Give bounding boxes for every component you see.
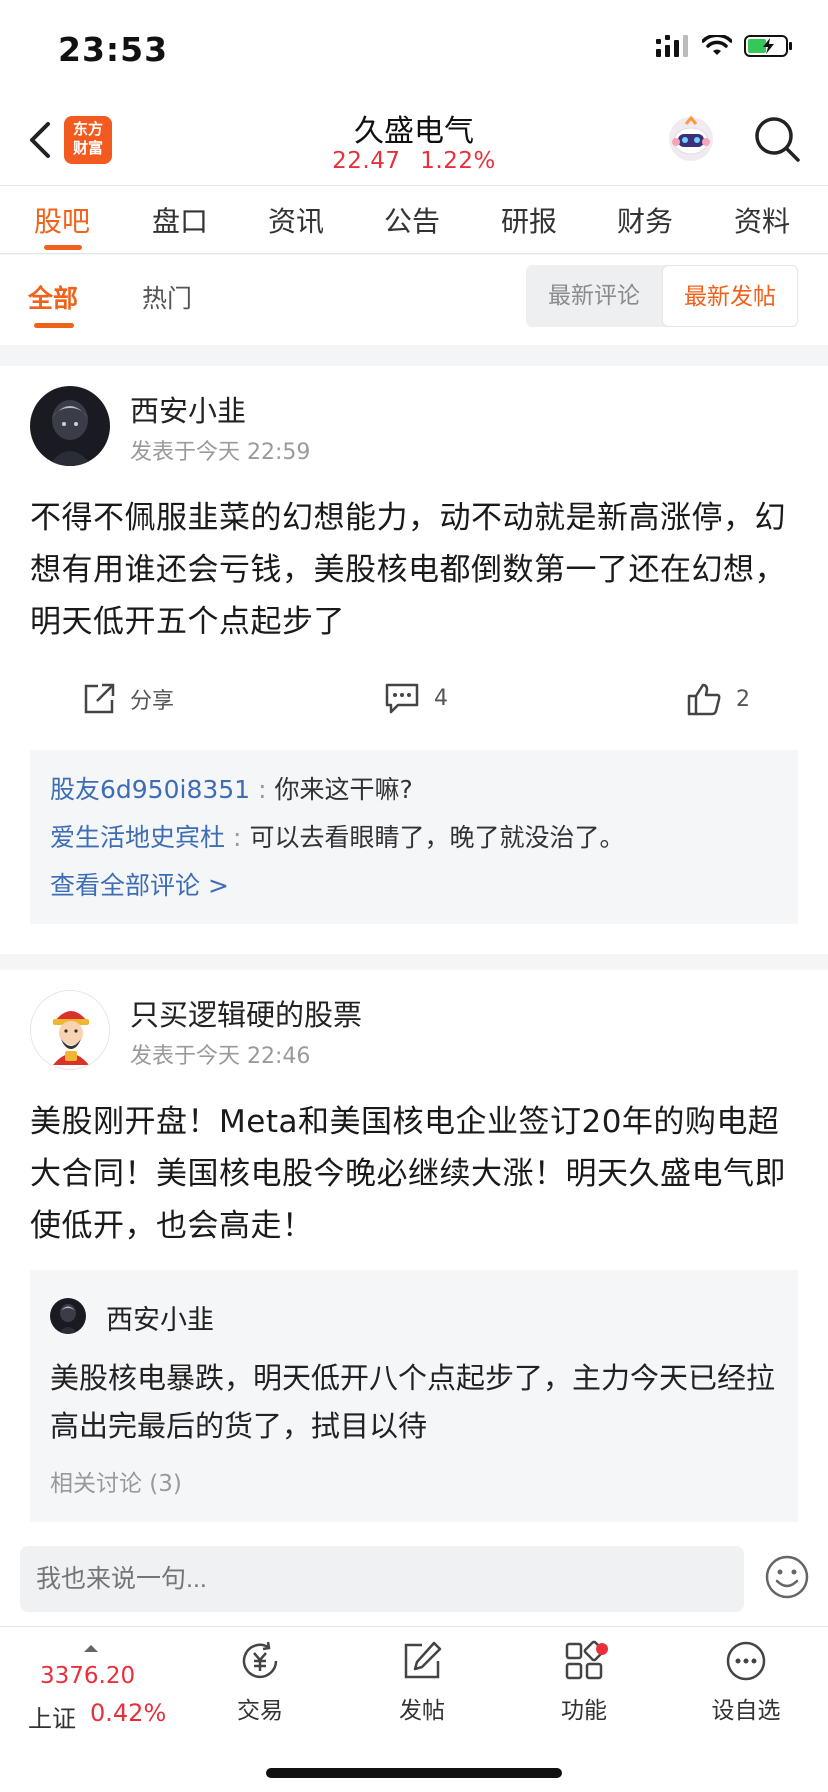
stock-price: 22.47 bbox=[332, 148, 401, 174]
stock-change: 1.22% bbox=[420, 148, 496, 174]
thumbs-up-icon bbox=[687, 683, 721, 716]
tab-announcements[interactable]: 公告 bbox=[384, 200, 440, 240]
comment-text: 你来这干嘛? bbox=[274, 775, 413, 804]
post-content[interactable]: 美股刚开盘！Meta和美国核电企业签订20年的购电超大合同！美国核电股今晚必继续… bbox=[30, 1096, 798, 1252]
tab-research[interactable]: 研报 bbox=[501, 200, 557, 240]
stock-header: 东方 财富 久盛电气 22.47 1.22% bbox=[0, 100, 828, 186]
post-card[interactable]: 西安小韭 发表于今天 22:59 不得不佩服韭菜的幻想能力，动不动就是新高涨停，… bbox=[0, 366, 828, 954]
comment-item[interactable]: 爱生活地史宾杜: 可以去看眼睛了，晚了就没治了。 bbox=[50, 814, 778, 862]
subtab-all[interactable]: 全部 bbox=[28, 279, 78, 315]
comment-separator: : bbox=[258, 775, 267, 804]
active-tab-indicator bbox=[44, 245, 82, 250]
quoted-text: 美股核电暴跌，明天低开八个点起步了，主力今天已经拉高出完最后的货了，拭目以待 bbox=[50, 1361, 776, 1443]
tab-guba[interactable]: 股吧 bbox=[34, 200, 90, 240]
nav-add-watchlist-label: 设自选 bbox=[711, 1698, 781, 1724]
edit-post-icon bbox=[404, 1641, 442, 1679]
tab-pankou[interactable]: 盘口 bbox=[152, 200, 208, 240]
subtab-hot[interactable]: 热门 bbox=[142, 279, 192, 315]
sort-latest-reply-button[interactable]: 最新评论 bbox=[526, 265, 662, 327]
search-button[interactable] bbox=[752, 114, 802, 164]
comment-separator: : bbox=[233, 823, 242, 852]
index-value: 3376.20 bbox=[40, 1663, 136, 1689]
related-discussion-link[interactable]: 相关讨论 (3) bbox=[50, 1464, 778, 1498]
tab-news[interactable]: 资讯 bbox=[268, 200, 324, 240]
more-dots-icon bbox=[726, 1641, 766, 1681]
avatar[interactable] bbox=[30, 386, 110, 466]
sub-tabs: 全部 热门 最新评论 最新发帖 bbox=[0, 255, 828, 345]
quoted-post-header: 西安小韭 bbox=[50, 1296, 778, 1336]
index-change: 0.42% bbox=[90, 1699, 167, 1727]
comment-button[interactable]: 4 bbox=[384, 682, 448, 714]
emoji-button[interactable] bbox=[764, 1554, 810, 1600]
comment-text: 可以去看眼睛了，晚了就没治了。 bbox=[249, 823, 625, 852]
post-time: 发表于今天 22:46 bbox=[130, 1044, 311, 1069]
share-icon bbox=[84, 683, 115, 714]
comment-input-bar bbox=[0, 1538, 828, 1626]
notification-dot bbox=[596, 1643, 608, 1655]
post-author[interactable]: 西安小韭 bbox=[130, 388, 246, 430]
like-button[interactable]: 2 bbox=[686, 682, 750, 716]
quoted-author[interactable]: 西安小韭 bbox=[106, 1298, 214, 1337]
comment-item[interactable]: 股友6d950i8351: 你来这干嘛? bbox=[50, 766, 778, 814]
status-icons bbox=[656, 34, 794, 58]
avatar[interactable] bbox=[50, 1298, 86, 1334]
post-content[interactable]: 不得不佩服韭菜的幻想能力，动不动就是新高涨停，幻想有用谁还会亏钱，美股核电都倒数… bbox=[30, 492, 798, 648]
quoted-post[interactable]: 西安小韭 美股核电暴跌，明天低开八个点起步了，主力今天已经拉高出完最后的货了，拭… bbox=[30, 1270, 798, 1522]
avatar[interactable] bbox=[30, 990, 110, 1070]
post-feed: 西安小韭 发表于今天 22:59 不得不佩服韭菜的幻想能力，动不动就是新高涨停，… bbox=[0, 366, 828, 1538]
like-count: 2 bbox=[736, 686, 750, 712]
share-button[interactable]: 分享 bbox=[82, 682, 174, 716]
nav-trade[interactable]: 交易 bbox=[200, 1639, 320, 1725]
bottom-nav: 3376.20 上证 0.42% 交易 发帖 功能 设自选 bbox=[0, 1626, 828, 1792]
post-header: 只买逻辑硬的股票 发表于今天 22:46 bbox=[30, 990, 798, 1076]
search-icon bbox=[755, 117, 800, 162]
comment-user[interactable]: 爱生活地史宾杜 bbox=[50, 823, 225, 852]
trade-yen-icon bbox=[242, 1641, 278, 1679]
comment-count: 4 bbox=[434, 685, 448, 711]
post-header: 西安小韭 发表于今天 22:59 bbox=[30, 386, 798, 472]
post-actions: 分享 4 2 bbox=[30, 660, 798, 750]
sort-toggle: 最新评论 最新发帖 bbox=[526, 265, 798, 327]
caret-up-icon bbox=[84, 1645, 98, 1652]
comment-user[interactable]: 股友6d950i8351 bbox=[50, 775, 250, 804]
post-author[interactable]: 只买逻辑硬的股票 bbox=[130, 992, 362, 1034]
status-bar: 23:53 bbox=[0, 0, 828, 100]
index-name: 上证 bbox=[28, 1705, 76, 1733]
wifi-icon bbox=[702, 35, 732, 55]
nav-post-label: 发帖 bbox=[399, 1698, 445, 1724]
nav-post[interactable]: 发帖 bbox=[362, 1639, 482, 1725]
smiley-icon bbox=[765, 1555, 809, 1599]
tab-finance[interactable]: 财务 bbox=[617, 200, 673, 240]
comment-icon bbox=[385, 683, 419, 714]
comments-preview[interactable]: 股友6d950i8351: 你来这干嘛? 爱生活地史宾杜: 可以去看眼睛了，晚了就没… bbox=[30, 750, 798, 924]
assistant-robot-icon[interactable] bbox=[666, 114, 716, 164]
nav-add-watchlist[interactable]: 设自选 bbox=[686, 1639, 806, 1725]
home-indicator bbox=[266, 1768, 562, 1778]
tab-profile[interactable]: 资料 bbox=[734, 200, 790, 240]
status-time: 23:53 bbox=[58, 30, 169, 69]
sort-latest-post-button[interactable]: 最新发帖 bbox=[662, 265, 798, 327]
active-subtab-indicator bbox=[34, 323, 74, 328]
cellular-signal-icon bbox=[656, 35, 688, 57]
battery-icon bbox=[744, 35, 792, 57]
post-time: 发表于今天 22:59 bbox=[130, 440, 311, 465]
post-card[interactable]: 只买逻辑硬的股票 发表于今天 22:46 美股刚开盘！Meta和美国核电企业签订… bbox=[0, 970, 828, 1538]
nav-trade-label: 交易 bbox=[237, 1698, 283, 1724]
view-all-comments-link[interactable]: 查看全部评论 > bbox=[50, 862, 778, 910]
share-label: 分享 bbox=[130, 689, 175, 714]
main-tabs: 股吧 盘口 资讯 公告 研报 财务 资料 bbox=[0, 186, 828, 254]
comment-input[interactable] bbox=[20, 1546, 744, 1612]
nav-functions[interactable]: 功能 bbox=[524, 1639, 644, 1725]
nav-functions-label: 功能 bbox=[561, 1698, 607, 1724]
